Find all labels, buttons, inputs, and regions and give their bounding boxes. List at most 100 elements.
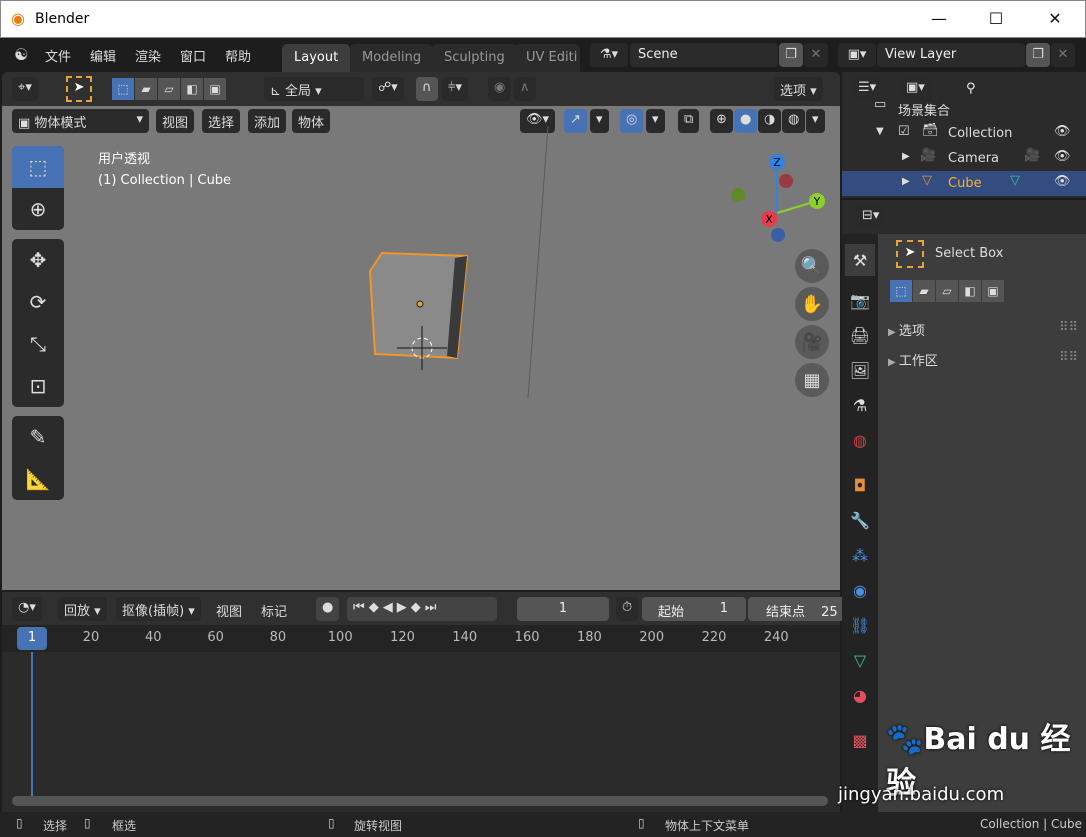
start-frame-field[interactable]: 起始 1 <box>642 597 746 621</box>
proportional-edit-icon[interactable]: ◉ <box>488 77 512 101</box>
tab-object-icon[interactable]: ◘ <box>845 469 875 501</box>
ortho-toggle-icon[interactable]: ▦ <box>795 363 829 397</box>
drag-handle-icon[interactable]: ⠿⠿ <box>1059 320 1078 335</box>
cursor-tool-icon[interactable]: ⊕ <box>12 188 64 230</box>
shading-solid-icon[interactable]: ● <box>734 109 758 133</box>
mode-subtract-icon[interactable]: ▱ <box>936 280 958 302</box>
shading-wireframe-icon[interactable]: ⊕ <box>710 109 733 133</box>
select-box-tool-icon[interactable]: ➤ <box>66 76 92 102</box>
expand-icon[interactable]: ▶ <box>902 176 910 187</box>
menu-view[interactable]: 视图 <box>216 601 242 620</box>
expand-icon[interactable]: ▶ <box>902 151 910 162</box>
cube-object[interactable] <box>362 246 482 376</box>
tab-modeling[interactable]: Modeling <box>350 44 434 72</box>
options-dropdown[interactable]: 选项 ▾ <box>774 77 823 101</box>
menu-keying[interactable]: 抠像(插帧) ▾ <box>116 597 201 621</box>
tab-sculpting[interactable]: Sculpting <box>432 44 517 72</box>
mode-new-icon[interactable]: ⬚ <box>112 78 134 100</box>
zoom-view-icon[interactable]: 🔍 <box>795 249 829 283</box>
mode-intersect-icon[interactable]: ▣ <box>204 78 226 100</box>
snap-icon[interactable]: ∩ <box>416 77 438 101</box>
menu-view[interactable]: 视图 <box>156 109 195 133</box>
close-button[interactable]: ✕ <box>1045 9 1065 28</box>
expand-icon[interactable]: ▼ <box>876 126 884 137</box>
camera-data-icon[interactable]: 🎥 <box>1024 148 1040 163</box>
new-view-layer-icon[interactable]: ❐ <box>1026 43 1050 67</box>
panel-workspace[interactable]: ▶ 工作区 ⠿⠿ <box>888 350 1078 369</box>
tab-physics-icon[interactable]: ◉ <box>845 574 875 606</box>
properties-editor-type-icon[interactable]: ⊟▾ <box>856 205 886 229</box>
frame-ruler[interactable]: 1 20 40 60 80 100 120 140 160 180 200 220 240 <box>2 625 840 652</box>
shading-material-icon[interactable]: ◑ <box>758 109 782 133</box>
mode-new-icon[interactable]: ⬚ <box>890 280 912 302</box>
tab-render-icon[interactable]: 📷 <box>845 284 875 316</box>
overlay-icon[interactable]: ◎ <box>620 109 644 133</box>
menu-marker[interactable]: 标记 <box>261 601 287 620</box>
menu-add[interactable]: 添加 <box>248 109 287 133</box>
eye-icon[interactable]: 👁 <box>1054 124 1071 139</box>
current-frame-indicator[interactable]: 1 <box>17 627 47 650</box>
annotate-tool-icon[interactable]: ✎ <box>12 416 64 458</box>
menu-file[interactable]: 文件 <box>45 46 71 65</box>
pivot-point-icon[interactable]: ☍▾ <box>372 77 404 101</box>
menu-render[interactable]: 渲染 <box>135 46 161 65</box>
view-layer-name-field[interactable]: View Layer <box>877 43 1025 67</box>
menu-object[interactable]: 物体 <box>292 109 331 133</box>
mode-subtract-icon[interactable]: ▱ <box>158 78 180 100</box>
tab-world-icon[interactable]: ◍ <box>845 424 875 456</box>
shading-rendered-icon[interactable]: ◍ <box>782 109 806 133</box>
outliner-item-collection[interactable]: ▼ ☑ 🗃 Collection 👁 <box>842 121 1086 146</box>
mode-invert-icon[interactable]: ◧ <box>181 78 203 100</box>
tab-material-icon[interactable]: ◕ <box>845 679 875 711</box>
transform-tool-icon[interactable]: ⊡ <box>12 365 64 407</box>
outliner-root[interactable]: ▭ 场景集合 <box>842 100 1086 116</box>
playback-controls-icon[interactable]: ⏮◆◀▶◆⏭ <box>347 597 497 621</box>
gizmo-dropdown-icon[interactable]: ▾ <box>590 109 609 133</box>
stopwatch-icon[interactable]: ⏱ <box>616 597 639 621</box>
outliner-item-cube[interactable]: ▶ ▽ Cube ▽ 👁 <box>842 171 1086 196</box>
editor-type-icon[interactable]: ⌖▾ <box>12 77 38 101</box>
tab-texture-icon[interactable]: ▩ <box>845 724 875 756</box>
mode-extend-icon[interactable]: ▰ <box>135 78 157 100</box>
timeline-editor-type-icon[interactable]: ◔▾ <box>12 597 42 621</box>
outliner-search-input[interactable]: ⚲ <box>958 77 1082 101</box>
select-tool-icon[interactable]: ⬚ <box>12 146 64 188</box>
menu-window[interactable]: 窗口 <box>180 46 206 65</box>
gizmo-icon[interactable]: ↗ <box>564 109 587 133</box>
maximize-button[interactable]: ☐ <box>986 9 1006 28</box>
scene-name-field[interactable]: Scene <box>630 43 778 67</box>
outliner-display-mode-icon[interactable]: ☰▾ <box>852 77 883 101</box>
blender-menu-icon[interactable]: ☯ <box>14 45 28 64</box>
tab-uv-editing[interactable]: UV Editi <box>514 44 580 72</box>
outliner-item-camera[interactable]: ▶ 🎥 Camera 🎥 👁 <box>842 146 1086 171</box>
pan-view-icon[interactable]: ✋ <box>795 287 829 321</box>
camera-view-icon[interactable]: 🎥 <box>795 325 829 359</box>
navigation-gizmo[interactable]: Z Y X <box>727 151 837 246</box>
tab-output-icon[interactable]: 🖨 <box>845 319 875 351</box>
shading-dropdown-icon[interactable]: ▾ <box>806 109 825 133</box>
drag-handle-icon[interactable]: ⠿⠿ <box>1059 350 1078 365</box>
view-layer-selector-icon[interactable]: ▣▾ <box>838 43 876 67</box>
3d-viewport[interactable]: ▣ 物体模式 ▾ 视图 选择 添加 物体 👁▾ ↗ ▾ ◎ ▾ ⧉ ⊕ ● ◑ ◍ … <box>2 106 840 590</box>
menu-playback[interactable]: 回放 ▾ <box>58 597 107 621</box>
measure-tool-icon[interactable]: 📐 <box>12 458 64 500</box>
timeline-editor[interactable]: ◔▾ 回放 ▾ 抠像(插帧) ▾ 视图 标记 ● ⏮◆◀▶◆⏭ 1 ⏱ 起始 1 … <box>2 592 848 812</box>
panel-options[interactable]: ▶ 选项 ⠿⠿ <box>888 320 1078 339</box>
tab-constraints-icon[interactable]: ⛓ <box>845 609 875 641</box>
outliner-filter-icon[interactable]: ▣▾ <box>900 77 931 101</box>
transform-orientation-dropdown[interactable]: ⊾ 全局 ▾ <box>264 77 364 101</box>
menu-select[interactable]: 选择 <box>202 109 241 133</box>
new-scene-icon[interactable]: ❐ <box>779 43 803 67</box>
tab-tool-icon[interactable]: ⚒ <box>845 244 875 276</box>
eye-icon[interactable]: 👁 <box>1054 174 1071 189</box>
tab-scene-icon[interactable]: ⚗ <box>845 389 875 421</box>
scene-selector-icon[interactable]: ⚗▾ <box>590 43 628 67</box>
snap-target-icon[interactable]: ⫩▾ <box>442 77 468 101</box>
move-tool-icon[interactable]: ✥ <box>12 239 64 281</box>
mode-invert-icon[interactable]: ◧ <box>959 280 981 302</box>
mesh-data-icon[interactable]: ▽ <box>1010 173 1020 188</box>
rotate-tool-icon[interactable]: ⟳ <box>12 281 64 323</box>
record-icon[interactable]: ● <box>316 597 340 621</box>
overlay-dropdown-icon[interactable]: ▾ <box>646 109 665 133</box>
mode-dropdown[interactable]: ▣ 物体模式 ▾ <box>12 109 149 133</box>
